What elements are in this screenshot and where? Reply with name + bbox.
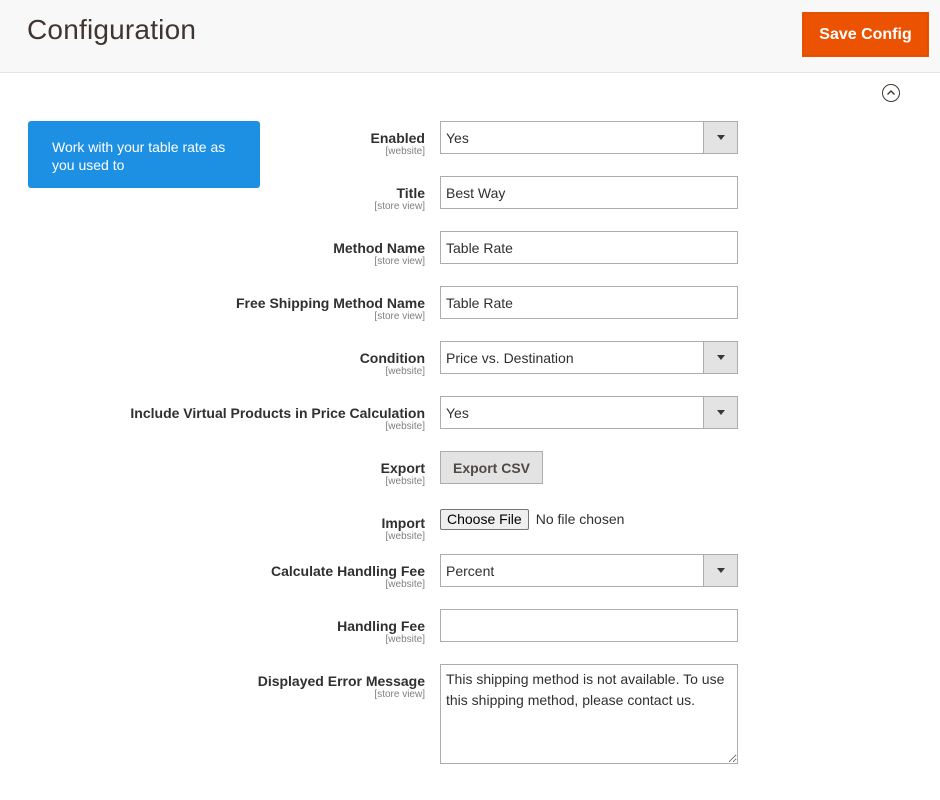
choose-file-button[interactable]: Choose File <box>440 508 529 530</box>
chevron-down-icon[interactable] <box>703 397 737 428</box>
field-label-title: Title [store view] <box>374 185 425 213</box>
label-text: Displayed Error Message <box>257 673 425 689</box>
promo-text: Work with your table rate as you used to <box>52 139 226 173</box>
selected-value: Yes <box>446 405 469 421</box>
label-text: Enabled <box>370 130 425 146</box>
scope-text: [website] <box>385 634 425 645</box>
scope-text: [website] <box>385 366 425 377</box>
field-label-condition: Condition [website] <box>360 350 425 378</box>
chevron-down-icon[interactable] <box>703 555 737 586</box>
label-text: Method Name <box>333 240 425 256</box>
page-title: Configuration <box>27 14 197 45</box>
import-file-input[interactable]: Choose File No file chosen <box>440 508 624 530</box>
file-status: No file chosen <box>535 511 625 527</box>
table-rate-promo-banner[interactable]: Work with your table rate as you used to <box>28 121 260 188</box>
save-config-button[interactable]: Save Config <box>802 12 929 57</box>
field-label-enabled: Enabled [website] <box>371 130 425 158</box>
label-text: Calculate Handling Fee <box>270 563 425 579</box>
label-text: Export <box>380 460 425 476</box>
scope-text: [website] <box>385 579 425 590</box>
scope-text: [store view] <box>374 311 425 322</box>
condition-select[interactable]: Price vs. Destination <box>440 341 738 374</box>
field-label-include-virtual-products: Include Virtual Products in Price Calcul… <box>130 405 425 433</box>
method-name-input[interactable] <box>440 231 738 264</box>
label-text: Condition <box>359 350 425 366</box>
field-label-export: Export [website] <box>381 460 425 488</box>
title-input[interactable] <box>440 176 738 209</box>
scope-text: [website] <box>385 421 425 432</box>
field-label-handling-fee: Handling Fee [website] <box>337 618 425 646</box>
enabled-select[interactable]: Yes <box>440 121 738 154</box>
page-header: Configuration Save Config <box>0 0 940 73</box>
label-text: Free Shipping Method Name <box>235 295 425 311</box>
free-shipping-method-name-input[interactable] <box>440 286 738 319</box>
scope-text: [store view] <box>374 689 425 700</box>
error-message-textarea[interactable]: This shipping method is not available. T… <box>440 664 738 764</box>
scope-text: [website] <box>385 531 425 542</box>
label-text: Import <box>381 515 425 531</box>
handling-fee-input[interactable] <box>440 609 738 642</box>
field-label-error-message: Displayed Error Message [store view] <box>258 673 425 701</box>
selected-value: Percent <box>446 563 495 579</box>
export-csv-button[interactable]: Export CSV <box>440 451 543 484</box>
label-text: Handling Fee <box>337 618 425 634</box>
scope-text: [website] <box>385 476 425 487</box>
scope-text: [website] <box>385 146 425 157</box>
scope-text: [store view] <box>374 256 425 267</box>
scope-text: [store view] <box>374 201 425 212</box>
chevron-down-icon[interactable] <box>703 122 737 153</box>
chevron-down-icon[interactable] <box>703 342 737 373</box>
field-label-free-shipping-method-name: Free Shipping Method Name [store view] <box>236 295 425 323</box>
field-label-import: Import [website] <box>381 515 425 543</box>
include-virtual-products-select[interactable]: Yes <box>440 396 738 429</box>
label-text: Include Virtual Products in Price Calcul… <box>130 405 425 421</box>
selected-value: Price vs. Destination <box>446 350 574 366</box>
calculate-handling-fee-select[interactable]: Percent <box>440 554 738 587</box>
field-label-method-name: Method Name [store view] <box>333 240 425 268</box>
chevron-up-circle-icon[interactable] <box>882 84 900 102</box>
label-text: Title <box>396 185 425 201</box>
field-label-calculate-handling-fee: Calculate Handling Fee [website] <box>271 563 425 591</box>
selected-value: Yes <box>446 130 469 146</box>
